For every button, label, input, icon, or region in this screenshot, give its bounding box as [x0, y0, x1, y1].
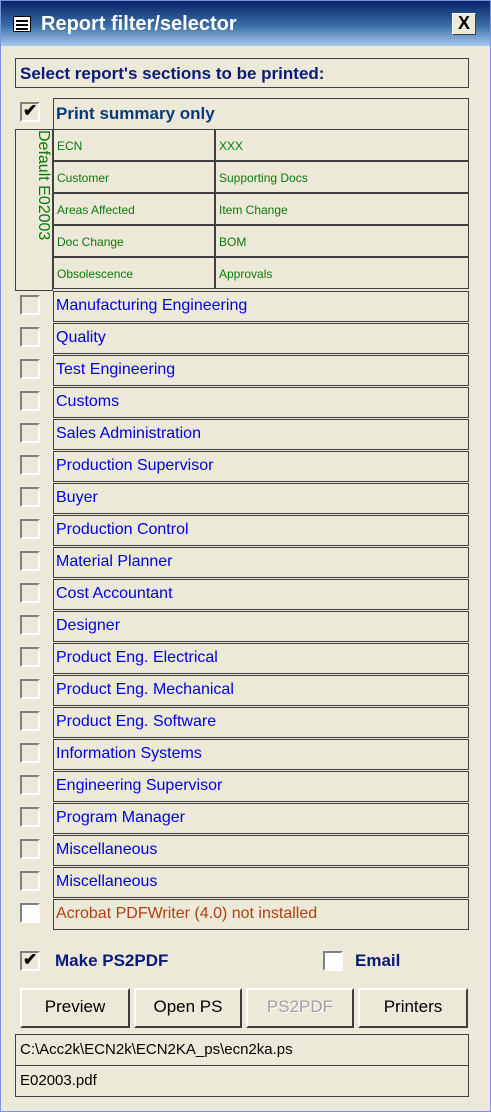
- section-checkbox[interactable]: [20, 487, 40, 507]
- printers-button[interactable]: Printers: [358, 988, 468, 1028]
- acrobat-note: Acrobat PDFWriter (4.0) not installed: [53, 899, 469, 930]
- form-icon: [13, 16, 31, 32]
- section-label: Program Manager: [53, 803, 469, 834]
- ps2pdf-button[interactable]: PS2PDF: [246, 988, 354, 1028]
- section-label: Information Systems: [53, 739, 469, 770]
- summary-checkbox[interactable]: [20, 101, 40, 122]
- make-ps2pdf-label: Make PS2PDF: [55, 951, 169, 970]
- default-grid-cell: Supporting Docs: [215, 161, 469, 193]
- section-checkbox[interactable]: [20, 455, 40, 475]
- section-checkbox[interactable]: [20, 615, 40, 635]
- acrobat-checkbox[interactable]: [20, 903, 40, 923]
- default-grid-cell: ECN: [53, 129, 215, 161]
- preview-button[interactable]: Preview: [20, 988, 130, 1028]
- ps-file-path: C:\Acc2k\ECN2k\ECN2KA_ps\ecn2ka.ps: [15, 1034, 469, 1066]
- open-ps-button[interactable]: Open PS: [134, 988, 242, 1028]
- print-summary-label: Print summary only: [53, 98, 469, 130]
- section-checkbox[interactable]: [20, 327, 40, 347]
- section-checkbox[interactable]: [20, 711, 40, 731]
- default-grid-cell: Customer: [53, 161, 215, 193]
- default-grid-cell: BOM: [215, 225, 469, 257]
- section-checkbox[interactable]: [20, 391, 40, 411]
- section-label: Engineering Supervisor: [53, 771, 469, 802]
- section-label: Product Eng. Electrical: [53, 643, 469, 674]
- close-button[interactable]: X: [452, 13, 476, 35]
- section-checkbox[interactable]: [20, 583, 40, 603]
- default-grid-cell: XXX: [215, 129, 469, 161]
- section-checkbox[interactable]: [20, 839, 40, 859]
- section-label: Manufacturing Engineering: [53, 291, 469, 322]
- default-grid-cell: Obsolescence: [53, 257, 215, 289]
- section-checkbox[interactable]: [20, 519, 40, 539]
- default-group: Default E02003: [15, 129, 53, 291]
- default-grid-cell: Item Change: [215, 193, 469, 225]
- section-checkbox[interactable]: [20, 359, 40, 379]
- default-grid-cell: Areas Affected: [53, 193, 215, 225]
- default-label: Default E02003: [35, 130, 52, 241]
- default-grid-cell: Approvals: [215, 257, 469, 289]
- window-title: Report filter/selector: [41, 13, 237, 35]
- section-label: Designer: [53, 611, 469, 642]
- section-checkbox[interactable]: [20, 775, 40, 795]
- section-label: Quality: [53, 323, 469, 354]
- section-checkbox[interactable]: [20, 423, 40, 443]
- section-label: Sales Administration: [53, 419, 469, 450]
- email-checkbox[interactable]: [323, 951, 343, 971]
- section-checkbox[interactable]: [20, 551, 40, 571]
- section-label: Product Eng. Software: [53, 707, 469, 738]
- title-bar[interactable]: Report filter/selector X: [1, 1, 490, 46]
- section-label: Customs: [53, 387, 469, 418]
- pdf-file-path: E02003.pdf: [15, 1065, 469, 1097]
- default-grid-cell: Doc Change: [53, 225, 215, 257]
- section-checkbox[interactable]: [20, 295, 40, 315]
- email-label: Email: [355, 951, 401, 970]
- section-label: Product Eng. Mechanical: [53, 675, 469, 706]
- section-label: Miscellaneous: [53, 867, 469, 898]
- section-checkbox[interactable]: [20, 743, 40, 763]
- section-checkbox[interactable]: [20, 807, 40, 827]
- section-label: Production Control: [53, 515, 469, 546]
- section-label: Material Planner: [53, 547, 469, 578]
- section-label: Test Engineering: [53, 355, 469, 386]
- section-checkbox[interactable]: [20, 679, 40, 699]
- sections-header: Select report's sections to be printed:: [15, 58, 469, 88]
- report-filter-window: Report filter/selector X Select report's…: [0, 0, 491, 1112]
- section-checkbox[interactable]: [20, 647, 40, 667]
- section-label: Production Supervisor: [53, 451, 469, 482]
- section-label: Cost Accountant: [53, 579, 469, 610]
- section-label: Miscellaneous: [53, 835, 469, 866]
- section-label: Buyer: [53, 483, 469, 514]
- make-ps2pdf-checkbox[interactable]: [20, 950, 40, 971]
- section-checkbox[interactable]: [20, 871, 40, 891]
